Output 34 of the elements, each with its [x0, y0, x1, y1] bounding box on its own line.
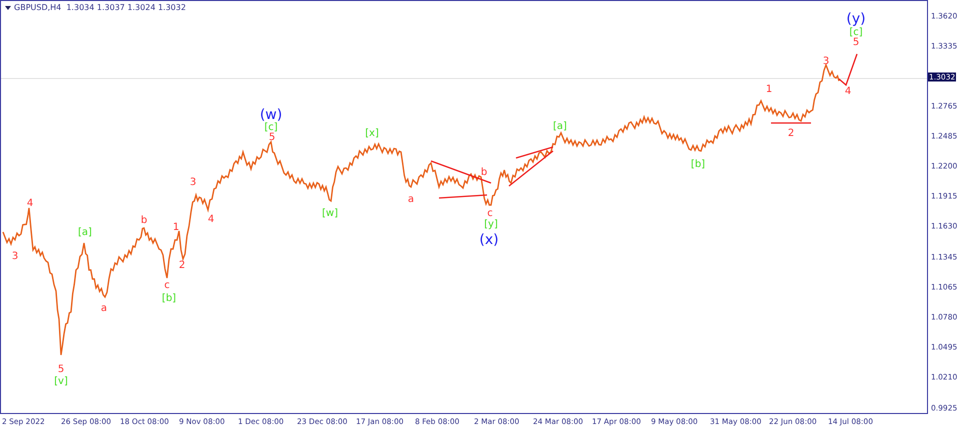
wave-label: a [100, 304, 108, 314]
wave-label: 1 [766, 85, 772, 95]
wave-label: 5 [852, 38, 860, 48]
wave-label: b [480, 168, 488, 178]
wave-label: b [140, 216, 148, 226]
wave-label: c [164, 281, 170, 291]
wave-label: [x] [365, 129, 379, 139]
wave-label: c [487, 209, 493, 219]
wave-label: 2 [788, 129, 794, 139]
wave-label: [c] [264, 123, 278, 133]
wave-label: (x) [479, 233, 499, 247]
wave-label: [a] [553, 122, 567, 132]
wave-label: [c] [849, 28, 863, 38]
wave-label: 2 [178, 261, 186, 271]
wave-label: a [408, 195, 414, 205]
wave-label: 4 [26, 199, 34, 209]
wave-label: [v] [54, 377, 68, 387]
wave-label: [w] [322, 209, 338, 219]
wave-label: (w) [260, 108, 282, 122]
wave-label: 4 [208, 215, 214, 225]
wave-label: [y] [484, 220, 498, 230]
dropdown-triangle-icon[interactable] [5, 6, 11, 10]
wave-label: [b] [162, 294, 176, 304]
wave-label: [b] [690, 160, 706, 170]
wave-label: 5 [58, 365, 64, 375]
wave-label: 3 [190, 178, 196, 188]
wave-label: 3 [822, 57, 830, 67]
wave-label: [a] [78, 228, 92, 238]
wave-label: (y) [846, 12, 866, 26]
wave-label: 5 [268, 133, 276, 143]
wave-label: 4 [844, 87, 852, 97]
wave-label: 1 [172, 223, 180, 233]
chart-title: GBPUSD,H4 1.3034 1.3037 1.3024 1.3032 [14, 3, 186, 12]
wave-label: 3 [12, 252, 18, 262]
